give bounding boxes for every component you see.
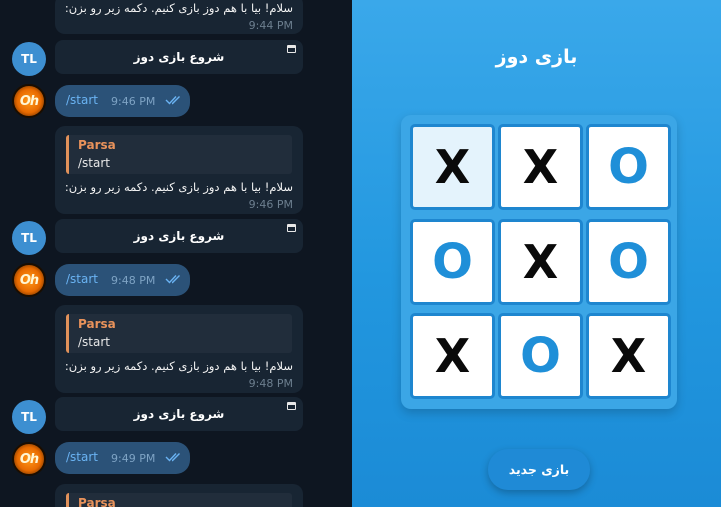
user-message: /start 9:46 PM — [55, 85, 190, 117]
user-message: /start 9:49 PM — [55, 442, 190, 474]
command-link[interactable]: /start — [66, 272, 98, 286]
double-check-icon — [165, 275, 180, 284]
user-avatar[interactable]: Oh — [12, 84, 46, 118]
message-text: سلام! بیا با هم دوز بازی کنیم. دکمه زیر … — [64, 1, 293, 15]
cell-mark: O — [520, 328, 561, 384]
message-time: 9:48 PM — [111, 274, 156, 287]
quote-author: Parsa — [78, 138, 116, 152]
button-label: شروع بازی دوز — [133, 50, 225, 64]
message-time: 9:49 PM — [111, 452, 156, 465]
board-cell[interactable]: O — [586, 219, 671, 305]
message-time: 9:44 PM — [248, 19, 293, 32]
cell-mark: O — [432, 234, 473, 290]
new-game-button[interactable]: بازی جدید — [488, 449, 590, 490]
board-cell[interactable]: X — [498, 219, 583, 305]
message-time: 9:46 PM — [111, 95, 156, 108]
message-time: 9:46 PM — [248, 198, 293, 211]
bot-avatar[interactable]: TL — [12, 400, 46, 434]
start-game-button[interactable]: شروع بازی دوز — [55, 40, 303, 74]
start-game-button[interactable]: شروع بازی دوز — [55, 397, 303, 431]
cell-mark: X — [522, 235, 559, 289]
webapp-window-icon — [287, 45, 296, 53]
board-cell[interactable]: X — [586, 313, 671, 399]
quote-author: Parsa — [78, 317, 116, 331]
command-link[interactable]: /start — [66, 450, 98, 464]
start-game-button[interactable]: شروع بازی دوز — [55, 219, 303, 253]
quote-author: Parsa — [78, 496, 116, 507]
button-label: شروع بازی دوز — [133, 229, 225, 243]
quote-text: /start — [78, 335, 110, 349]
game-title: بازی دوز — [495, 46, 578, 68]
cell-mark: X — [610, 329, 647, 383]
quote-text: /start — [78, 156, 110, 170]
user-message: /start 9:48 PM — [55, 264, 190, 296]
cell-mark: X — [522, 140, 559, 194]
webapp-window-icon — [287, 402, 296, 410]
bot-message: Parsa — [55, 484, 303, 507]
bot-avatar[interactable]: TL — [12, 42, 46, 76]
tic-tac-toe-board: X X O O X O X O X — [401, 115, 677, 409]
bot-message: سلام! بیا با هم دوز بازی کنیم. دکمه زیر … — [55, 0, 303, 34]
board-cell[interactable]: O — [498, 313, 583, 399]
cell-mark: X — [434, 140, 471, 194]
double-check-icon — [165, 453, 180, 462]
cell-mark: O — [608, 139, 649, 195]
bot-avatar[interactable]: TL — [12, 221, 46, 255]
chat-panel: سلام! بیا با هم دوز بازی کنیم. دکمه زیر … — [0, 0, 352, 507]
reply-quote[interactable]: Parsa /start — [66, 135, 292, 174]
new-game-label: بازی جدید — [508, 462, 570, 477]
cell-mark: O — [608, 234, 649, 290]
board-cell[interactable]: O — [410, 219, 495, 305]
command-link[interactable]: /start — [66, 93, 98, 107]
message-time: 9:48 PM — [248, 377, 293, 390]
user-avatar[interactable]: Oh — [12, 263, 46, 297]
cell-mark: X — [434, 329, 471, 383]
message-text: سلام! بیا با هم دوز بازی کنیم. دکمه زیر … — [64, 180, 293, 194]
bot-message: Parsa /start سلام! بیا با هم دوز بازی کن… — [55, 305, 303, 393]
button-label: شروع بازی دوز — [133, 407, 225, 421]
bot-message: Parsa /start سلام! بیا با هم دوز بازی کن… — [55, 126, 303, 214]
reply-quote[interactable]: Parsa — [66, 493, 292, 507]
board-cell[interactable]: X — [410, 124, 495, 210]
board-cell[interactable]: O — [586, 124, 671, 210]
game-webapp: بازی دوز X X O O X O X O X بازی جدید — [352, 0, 721, 507]
user-avatar[interactable]: Oh — [12, 442, 46, 476]
double-check-icon — [165, 96, 180, 105]
message-text: سلام! بیا با هم دوز بازی کنیم. دکمه زیر … — [64, 359, 293, 373]
reply-quote[interactable]: Parsa /start — [66, 314, 292, 353]
webapp-window-icon — [287, 224, 296, 232]
board-cell[interactable]: X — [410, 313, 495, 399]
board-cell[interactable]: X — [498, 124, 583, 210]
